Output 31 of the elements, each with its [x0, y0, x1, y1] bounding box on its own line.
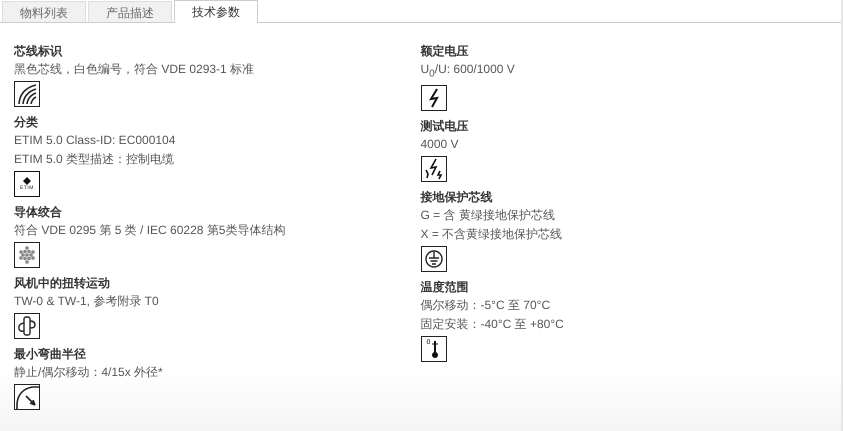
section-title: 风机中的扭转运动	[14, 275, 111, 292]
section-title: 最小弯曲半径	[14, 346, 87, 363]
spec-text: G = 含 黄绿接地保护芯线	[420, 207, 556, 224]
double-lightning-icon	[420, 156, 446, 182]
torsion-icon	[14, 313, 40, 339]
section-title: 测试电压	[420, 118, 470, 136]
spec-text: U$_{0}$/U: 600/1000 V	[420, 61, 516, 82]
curved-lines-icon	[14, 81, 40, 107]
section-title: 导体绞合	[14, 204, 63, 221]
spec-text: 4000 V	[420, 136, 460, 154]
tab[interactable]: 产品描述	[88, 1, 172, 22]
spec-text: TW-0 & TW-1, 参考附录 T0	[14, 293, 160, 310]
section-title: 额定电压	[420, 43, 470, 60]
spec-text: ETIM 5.0 Class-ID: EC000104	[14, 132, 176, 149]
ground-icon	[420, 246, 446, 272]
section-title: 接地保护芯线	[420, 189, 494, 206]
section-title: 芯线标识	[14, 43, 64, 60]
spec-text: 固定安装：-40°C 至 +80°C	[420, 316, 565, 334]
section-title: 温度范围	[420, 279, 470, 296]
lightning-icon	[420, 85, 446, 112]
strands-icon	[14, 242, 40, 268]
tab[interactable]: 物料列表	[2, 1, 86, 22]
spec-text: 偶尔移动：-5°C 至 70°C	[420, 297, 552, 314]
bend-radius-icon	[14, 384, 40, 410]
spec-text: 符合 VDE 0295 第 5 类 / IEC 60228 第5类导体结构	[14, 222, 286, 239]
spec-text: 静止/偶尔移动：4/15x 外径*	[14, 364, 164, 381]
spec-text: ETIM 5.0 类型描述：控制电缆	[14, 151, 176, 168]
spec-text: X = 不含黄绿接地保护芯线	[420, 226, 564, 244]
tab[interactable]: 技术参数	[174, 0, 258, 23]
spec-text: 黑色芯线，白色编号，符合 VDE 0293-1 标准	[14, 61, 256, 78]
section-title: 分类	[14, 114, 39, 131]
